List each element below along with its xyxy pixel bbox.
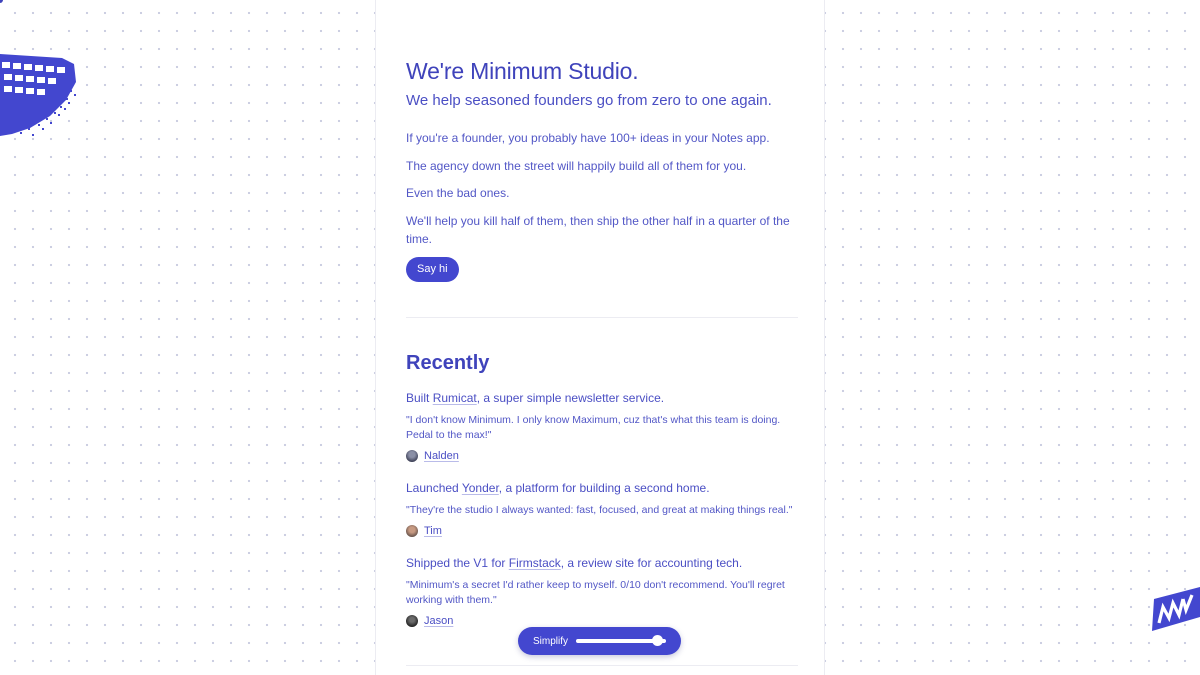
headline-suffix: , a platform for building a second home. bbox=[498, 481, 710, 495]
simplify-label: Simplify bbox=[533, 635, 569, 647]
testimonial-quote: "Minimum's a secret I'd rather keep to m… bbox=[406, 579, 785, 606]
main-column: We're Minimum Studio. We help seasoned f… bbox=[375, 0, 825, 675]
author-link[interactable]: Tim bbox=[424, 525, 442, 537]
hero-subtitle: We help seasoned founders go from zero t… bbox=[406, 92, 772, 109]
project-link-firmstack[interactable]: Firmstack bbox=[509, 556, 561, 570]
project-link-yonder[interactable]: Yonder bbox=[462, 481, 499, 495]
headline-suffix: , a review site for accounting tech. bbox=[560, 556, 743, 570]
pixel-m-logo bbox=[1152, 587, 1200, 631]
project-link-rumicat[interactable]: Rumicat bbox=[433, 391, 477, 405]
project-headline: Launched Yonder, a platform for building… bbox=[406, 481, 710, 495]
project-headline: Built Rumicat, a super simple newsletter… bbox=[406, 391, 664, 405]
corner-mark bbox=[0, 0, 3, 3]
testimonial-author: Tim bbox=[406, 524, 442, 538]
headline-prefix: Built bbox=[406, 391, 433, 405]
recently-title: Recently bbox=[406, 352, 490, 374]
author-link[interactable]: Jason bbox=[424, 615, 453, 627]
simplify-slider-thumb[interactable] bbox=[651, 635, 663, 646]
hero-paragraph: If you're a founder, you probably have 1… bbox=[406, 131, 770, 145]
testimonial-quote: "They're the studio I always wanted: fas… bbox=[406, 504, 793, 516]
hero-title: We're Minimum Studio. bbox=[406, 58, 639, 84]
testimonial-author: Nalden bbox=[406, 449, 459, 463]
project-headline: Shipped the V1 for Firmstack, a review s… bbox=[406, 556, 742, 570]
author-link[interactable]: Nalden bbox=[424, 450, 459, 462]
hero-paragraph: We'll help you kill half of them, then s… bbox=[406, 214, 790, 246]
testimonial-quote: "I don't know Minimum. I only know Maxim… bbox=[406, 414, 781, 441]
avatar bbox=[406, 450, 418, 462]
simplify-control: Simplify bbox=[518, 627, 681, 655]
say-hi-button[interactable]: Say hi bbox=[406, 257, 459, 282]
section-divider bbox=[406, 665, 798, 666]
headline-suffix: , a super simple newsletter service. bbox=[476, 391, 665, 405]
hero-paragraph: Even the bad ones. bbox=[406, 186, 510, 200]
hero-paragraph: The agency down the street will happily … bbox=[406, 159, 747, 173]
pixel-keyboard-logo bbox=[0, 54, 76, 136]
avatar bbox=[406, 615, 418, 627]
headline-prefix: Launched bbox=[406, 481, 462, 495]
testimonial-author: Jason bbox=[406, 614, 453, 628]
avatar bbox=[406, 525, 418, 537]
headline-prefix: Shipped the V1 for bbox=[406, 556, 509, 570]
section-divider bbox=[406, 317, 798, 318]
